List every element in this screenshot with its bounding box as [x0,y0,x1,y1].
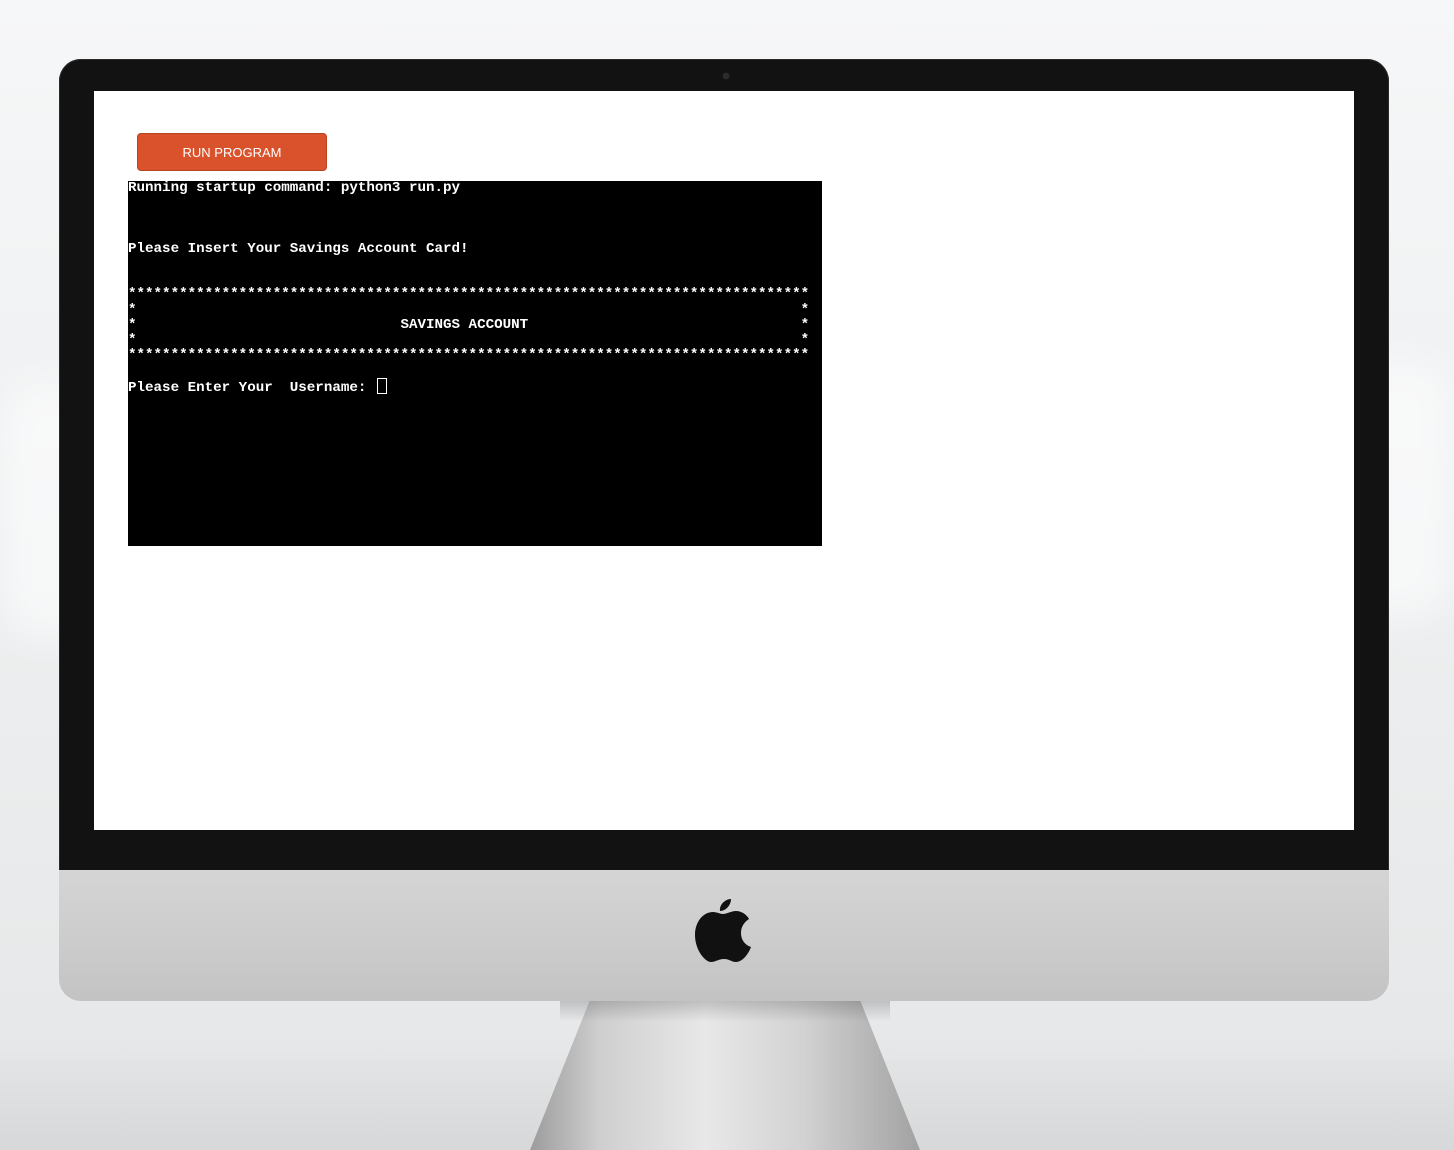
username-prompt-line[interactable]: Please Enter Your Username: [128,378,822,397]
banner-border-bottom: ****************************************… [128,347,810,364]
banner-border-top: ****************************************… [128,286,810,303]
banner-title: * SAVINGS ACCOUNT * [128,316,810,333]
imac-stand [530,1000,920,1150]
terminal-line: Running startup command: python3 run.py [128,181,461,196]
imac-stand-shadow [560,1000,890,1022]
terminal-window[interactable]: Running startup command: python3 run.py … [128,181,822,546]
imac-screen: RUN PROGRAM Running startup command: pyt… [94,91,1354,830]
run-program-button[interactable]: RUN PROGRAM [137,133,327,171]
username-prompt: Please Enter Your Username: [128,380,375,397]
apple-logo-icon [695,899,751,962]
banner-border-side: * * [128,301,810,318]
text-cursor-icon[interactable] [376,378,387,395]
terminal-line: Please Insert Your Savings Account Card! [128,240,469,257]
banner-border-side: * * [128,331,810,348]
camera-icon [723,73,729,79]
